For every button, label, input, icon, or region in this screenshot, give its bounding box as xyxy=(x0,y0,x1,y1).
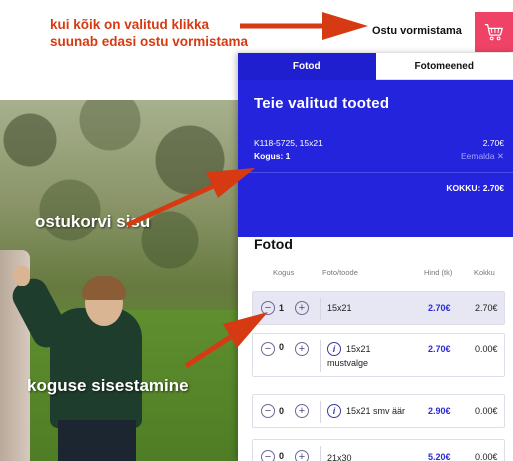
table-row: − 0 + 21x30 5.20€ 0.00€ xyxy=(252,439,505,461)
table-row: − 1 + 15x21 2.70€ 2.70€ xyxy=(252,291,505,325)
minus-icon[interactable]: − xyxy=(261,301,275,315)
shopping-cart-icon xyxy=(484,24,503,41)
minus-icon[interactable]: − xyxy=(261,450,275,461)
selected-item-price: 2.70€ xyxy=(482,138,504,148)
info-icon[interactable]: i xyxy=(327,404,341,418)
table-row: − 0 + i 15x21 smv äär 2.90€ 0.00€ xyxy=(252,394,505,428)
unit-price: 2.70€ xyxy=(428,303,451,313)
annotation-line-2: suunab edasi ostu vormistama xyxy=(50,34,249,49)
plus-icon[interactable]: + xyxy=(295,450,309,461)
annotation-checkout-hint: kui kõik on valitud klikka suunab edasi … xyxy=(50,16,248,50)
product-name: 15x21 smv äär xyxy=(346,406,406,416)
photo-boy-hair xyxy=(82,276,126,300)
row-total: 0.00€ xyxy=(475,406,498,416)
quantity-value[interactable]: 0 xyxy=(279,342,284,352)
photos-section-title: Fotod xyxy=(254,236,293,252)
checkout-link[interactable]: Ostu vormistama xyxy=(372,25,462,37)
table-row: − 0 + i 15x21 mustvalge 2.70€ 0.00€ xyxy=(252,333,505,377)
cart-tabs: Fotod Fotomeened xyxy=(238,53,513,80)
tab-fotomeened[interactable]: Fotomeened xyxy=(375,53,513,80)
plus-icon[interactable]: + xyxy=(295,404,309,418)
row-separator xyxy=(320,446,321,461)
product-name: 15x21 xyxy=(346,344,371,354)
product-name: 21x30 xyxy=(327,453,352,461)
column-header-total: Kokku xyxy=(474,268,495,277)
photo-boy-hoodie xyxy=(50,308,142,428)
selected-item-name: K118-5725, 15x21 xyxy=(254,138,323,148)
column-header-product: Foto/toode xyxy=(322,268,358,277)
tab-fotod[interactable]: Fotod xyxy=(238,53,376,80)
unit-price: 2.70€ xyxy=(428,344,451,354)
minus-icon[interactable]: − xyxy=(261,342,275,356)
annotation-cart-contents: ostukorvi sisu xyxy=(35,212,151,231)
photo-hand xyxy=(14,266,30,286)
minus-icon[interactable]: − xyxy=(261,404,275,418)
arrow-to-checkout-head xyxy=(322,12,368,40)
quantity-value[interactable]: 1 xyxy=(279,303,284,313)
cart-total: KOKKU: 2.70€ xyxy=(446,183,504,193)
row-total: 2.70€ xyxy=(475,303,498,313)
selected-products-title: Teie valitud tooted xyxy=(254,95,390,112)
cart-button[interactable] xyxy=(475,12,513,52)
row-total: 0.00€ xyxy=(475,344,498,354)
unit-price: 5.20€ xyxy=(428,452,451,461)
plus-icon[interactable]: + xyxy=(295,301,309,315)
product-name: 15x21 xyxy=(327,303,352,313)
photo-foliage xyxy=(0,100,238,280)
row-separator xyxy=(320,340,321,372)
selected-item-quantity: Kogus: 1 xyxy=(254,151,291,161)
selected-products-box: Teie valitud tooted K118-5725, 15x21 Kog… xyxy=(238,80,513,237)
row-separator xyxy=(320,401,321,423)
photo-boy-trousers xyxy=(58,420,136,461)
remove-item-link[interactable]: Eemalda ✕ xyxy=(461,151,504,162)
quantity-value[interactable]: 0 xyxy=(279,406,284,416)
column-header-quantity: Kogus xyxy=(273,268,295,277)
row-total: 0.00€ xyxy=(475,452,498,461)
selected-divider xyxy=(238,172,513,173)
cart-panel: Fotod Fotomeened Teie valitud tooted K11… xyxy=(238,53,513,461)
product-name-line2: mustvalge xyxy=(327,358,369,368)
unit-price: 2.90€ xyxy=(428,406,451,416)
column-header-unit-price: Hind (tk) xyxy=(424,268,453,277)
quantity-value[interactable]: 0 xyxy=(279,451,284,461)
background-photo xyxy=(0,100,238,461)
annotation-quantity-entry: koguse sisestamine xyxy=(27,376,189,395)
info-icon[interactable]: i xyxy=(327,342,341,356)
annotation-line-1: kui kõik on valitud klikka xyxy=(50,17,210,32)
plus-icon[interactable]: + xyxy=(295,342,309,356)
row-separator xyxy=(320,298,321,320)
